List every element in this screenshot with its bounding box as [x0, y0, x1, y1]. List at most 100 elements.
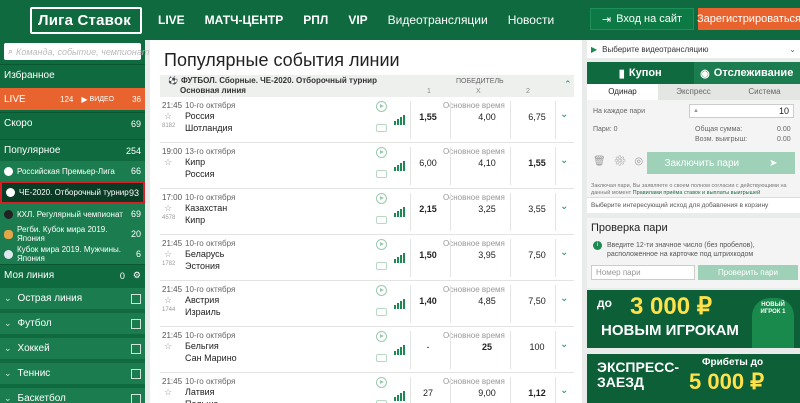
- tab-coupon[interactable]: ▮ Купон: [587, 62, 694, 84]
- rules-link[interactable]: Правилами приёма ставок и выплаты выигры…: [633, 190, 760, 196]
- sidebar-item-khl[interactable]: КХЛ. Регулярный чемпионат 69: [0, 204, 145, 224]
- chevron-down-icon[interactable]: ⌄: [560, 155, 568, 166]
- sidebar-item-rugby[interactable]: Регби. Кубок мира 2019. Япония 20: [0, 224, 145, 244]
- stats-icon[interactable]: [376, 354, 387, 362]
- video-play-icon[interactable]: [376, 239, 387, 250]
- tab-single[interactable]: Одинар: [587, 84, 658, 100]
- sidebar-sport-hockey[interactable]: ⌄ Хоккей: [0, 337, 145, 359]
- sidebar-my-line[interactable]: Моя линия 0 ⚙: [0, 264, 145, 286]
- stats-icon[interactable]: [376, 262, 387, 270]
- team-away[interactable]: Израиль: [185, 307, 221, 317]
- stats-icon[interactable]: [376, 124, 387, 132]
- sidebar-item-euro2020[interactable]: ЧЕ-2020. Отборочный турнир 93: [0, 181, 145, 204]
- odd-x[interactable]: 4,85: [472, 296, 502, 306]
- odd-1[interactable]: 1,55: [413, 112, 443, 122]
- stats-icon[interactable]: [376, 170, 387, 178]
- nav-video[interactable]: Видеотрансляции: [388, 13, 488, 27]
- sidebar-sport-tennis[interactable]: ⌄ Теннис: [0, 362, 145, 384]
- video-select[interactable]: ▶ Выберите видеотрансляцию ⌄: [587, 40, 800, 58]
- trash-icon[interactable]: 🗑: [593, 156, 614, 167]
- bet-number-input[interactable]: Номер пари: [591, 265, 695, 280]
- site-logo[interactable]: Лига Ставок: [30, 7, 142, 34]
- odd-1[interactable]: 2,15: [413, 204, 443, 214]
- chevron-down-icon[interactable]: ⌄: [560, 339, 568, 350]
- odd-2[interactable]: 6,75: [522, 112, 552, 122]
- tab-system[interactable]: Система: [729, 84, 800, 100]
- favorite-star-icon[interactable]: ☆: [164, 203, 172, 214]
- video-play-icon[interactable]: [376, 147, 387, 158]
- favorite-star-icon[interactable]: ☆: [164, 111, 172, 122]
- event-row[interactable]: 21:45 ☆ 1782 10-го октября Беларусь Эстония Ос…: [160, 235, 574, 281]
- team-away[interactable]: Россия: [185, 169, 215, 179]
- make-bet-button[interactable]: Заключить пари ➤: [647, 152, 795, 174]
- team-away[interactable]: Шотландия: [185, 123, 232, 133]
- odd-1[interactable]: 6,00: [413, 158, 443, 168]
- odd-x[interactable]: 9,00: [472, 388, 502, 398]
- odd-1[interactable]: 27: [413, 388, 443, 398]
- favorite-star-icon[interactable]: ☆: [164, 157, 172, 168]
- team-home[interactable]: Россия: [185, 111, 215, 121]
- odd-x[interactable]: 4,00: [472, 112, 502, 122]
- team-home[interactable]: Беларусь: [185, 249, 224, 259]
- sidebar-live[interactable]: LIVE 124 ▶ ВИДЕО 36: [0, 88, 145, 110]
- odd-2[interactable]: 7,50: [522, 296, 552, 306]
- team-away[interactable]: Польша: [185, 399, 218, 403]
- favorite-star-icon[interactable]: ☆: [164, 341, 172, 352]
- event-row[interactable]: 19:00 ☆ 13-го октября Кипр Россия Основное вр…: [160, 143, 574, 189]
- odd-2[interactable]: 3,55: [522, 204, 552, 214]
- tab-express[interactable]: Экспресс: [658, 84, 729, 100]
- checkbox[interactable]: [131, 343, 141, 354]
- favorite-star-icon[interactable]: ☆: [164, 295, 172, 306]
- nav-match-center[interactable]: МАТЧ-ЦЕНТР: [205, 13, 284, 27]
- team-away[interactable]: Сан Марино: [185, 353, 237, 363]
- team-home[interactable]: Латвия: [185, 387, 215, 397]
- chevron-down-icon[interactable]: ⌄: [560, 201, 568, 212]
- chevron-down-icon[interactable]: ⌄: [560, 385, 568, 396]
- sidebar-popular[interactable]: Популярное 254: [0, 139, 145, 161]
- login-button[interactable]: ⇥ Вход на сайт: [590, 8, 694, 30]
- gear-icon[interactable]: ⚙: [614, 156, 635, 167]
- odd-1[interactable]: -: [413, 342, 443, 352]
- nav-news[interactable]: Новости: [508, 13, 554, 27]
- odd-1[interactable]: 1,50: [413, 250, 443, 260]
- checkbox[interactable]: [131, 368, 141, 379]
- event-row[interactable]: 21:45☆ 10-го октябряЛатвия Польша Основное …: [160, 373, 574, 403]
- odd-2[interactable]: 7,50: [522, 250, 552, 260]
- video-play-icon[interactable]: [376, 331, 387, 342]
- favorite-star-icon[interactable]: ☆: [164, 249, 172, 260]
- settings-icon[interactable]: ⚙: [133, 270, 141, 281]
- sidebar-sport-football[interactable]: ⌄ Футбол: [0, 312, 145, 334]
- team-home[interactable]: Казахстан: [185, 203, 227, 213]
- sidebar-soon[interactable]: Скоро 69: [0, 112, 145, 134]
- checkbox[interactable]: [131, 393, 141, 403]
- stats-icon[interactable]: [376, 216, 387, 224]
- tab-tracking[interactable]: ◉ Отслеживание: [693, 62, 800, 84]
- search-input[interactable]: ⌕ Команда, событие, чемпионат: [4, 43, 149, 60]
- odd-x[interactable]: 25: [472, 342, 502, 352]
- odd-2[interactable]: 1,55: [522, 158, 552, 168]
- sidebar-sport-basketball[interactable]: ⌄ Баскетбол: [0, 387, 145, 403]
- video-play-icon[interactable]: [376, 101, 387, 112]
- checkbox[interactable]: [131, 293, 141, 304]
- chevron-down-icon[interactable]: ⌄: [560, 247, 568, 258]
- event-row[interactable]: 21:45 ☆ 8182 10-го октября Россия Шотландия Ос…: [160, 97, 574, 143]
- team-home[interactable]: Кипр: [185, 157, 205, 167]
- nav-vip[interactable]: VIP: [348, 13, 367, 27]
- odd-1[interactable]: 1,40: [413, 296, 443, 306]
- video-play-icon[interactable]: [376, 377, 387, 388]
- favorite-star-icon[interactable]: ☆: [164, 387, 172, 398]
- odd-x[interactable]: 3,25: [472, 204, 502, 214]
- odd-2[interactable]: 1,12: [522, 388, 552, 398]
- nav-rpl[interactable]: РПЛ: [303, 13, 328, 27]
- sidebar-item-volleyball[interactable]: Кубок мира 2019. Мужчины. Япония 6: [0, 244, 145, 264]
- event-row[interactable]: 17:00 ☆ 4578 10-го октября Казахстан Кипр Осно…: [160, 189, 574, 235]
- stake-input[interactable]: 10: [689, 104, 794, 118]
- promo-banner-new-players[interactable]: до 3 000 ₽ НОВЫМ ИГРОКАМ НОВЫЙ ИГРОК 1: [587, 290, 800, 348]
- chevron-down-icon[interactable]: ⌄: [560, 109, 568, 120]
- team-away[interactable]: Эстония: [185, 261, 220, 271]
- sidebar-sport-hot[interactable]: ⌄ Острая линия: [0, 287, 145, 309]
- odd-x[interactable]: 4,10: [472, 158, 502, 168]
- team-home[interactable]: Австрия: [185, 295, 219, 305]
- odd-2[interactable]: 100: [522, 342, 552, 352]
- team-home[interactable]: Бельгия: [185, 341, 219, 351]
